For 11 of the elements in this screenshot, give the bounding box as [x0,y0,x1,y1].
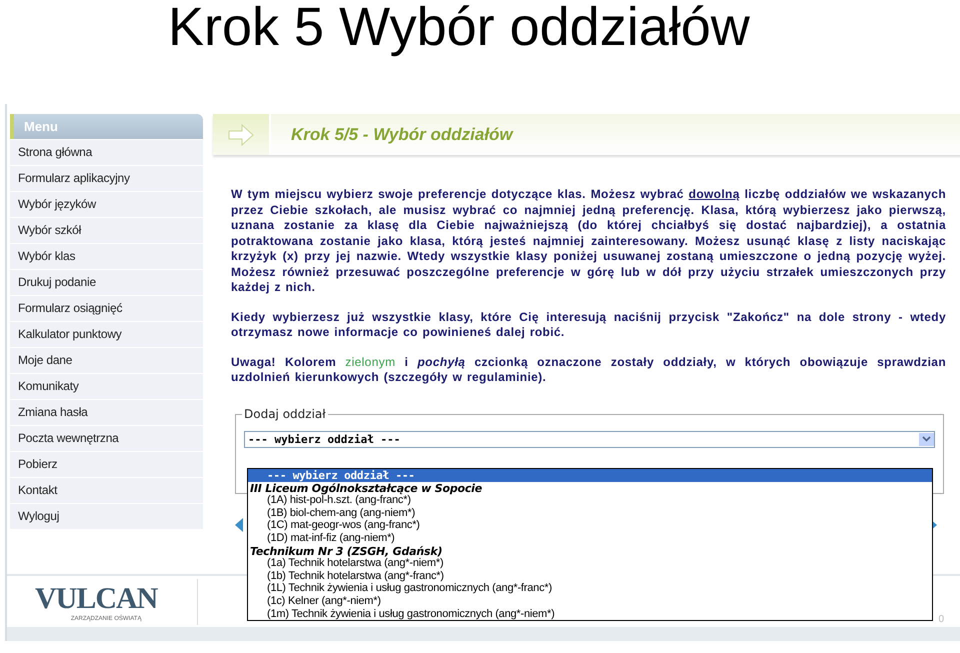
instruction-paragraph: Kiedy wybierzesz już wszystkie klasy, które Cię interesują naciśnij przycisk "Zakończ" na dole strony - wtedy otrzymasz nowe informacje co powinieneś dalej robić. [231,310,946,340]
vulcan-logo: VULCAN [35,582,158,614]
page-number: 0 [938,614,944,625]
menu-header: Menu [10,114,203,139]
option-group-label: III Liceum Ogólnokształcące w Sopocie [249,482,484,494]
option-group-label: Technikum Nr 3 (ZSGH, Gdańsk) [249,544,444,558]
instruction-paragraph: W tym miejscu wybierz swoje preferencje dotyczące klas. Możesz wybrać dowolną liczbę oddziałów we wskazanych przez Ciebie szkołach, ale musisz wybrać co najmniej jedną preferencję. Klasa, którą wybierzesz jako pierwszą, uznana zostanie za klasę dla Ciebie najważniejszą (do której chciałbyś się dostać najbardziej), a ostatnia potraktowana zostanie jako klasa, którą jesteś najmniej zainteresowany. Możesz usunąć klasę z listy naciskając krzyżyk (x) przy jej nazwie. Wtedy wszystkie klasy poniżej usuwanej zostaną umieszczone o jedną pozycję wyżej. Możesz również przesuwać poszczególne preferencje w górę lub w dół przy użyciu strzałek umieszczonych przy każdej z nich. [231,187,946,296]
fieldset-legend: Dodaj oddział [242,406,328,420]
instruction-paragraph: Uwaga! Kolorem zielonym i pochyłą czcionką oznaczone zostały oddziały, w których obowiązuje sprawdzian uzdolnień kierunkowych (szczegóły w regulaminie). [231,354,946,386]
slide-title: Krok 5 Wybór oddziałów [167,0,751,59]
page-title: Krok 5/5 - Wybór oddziałów [291,124,513,144]
